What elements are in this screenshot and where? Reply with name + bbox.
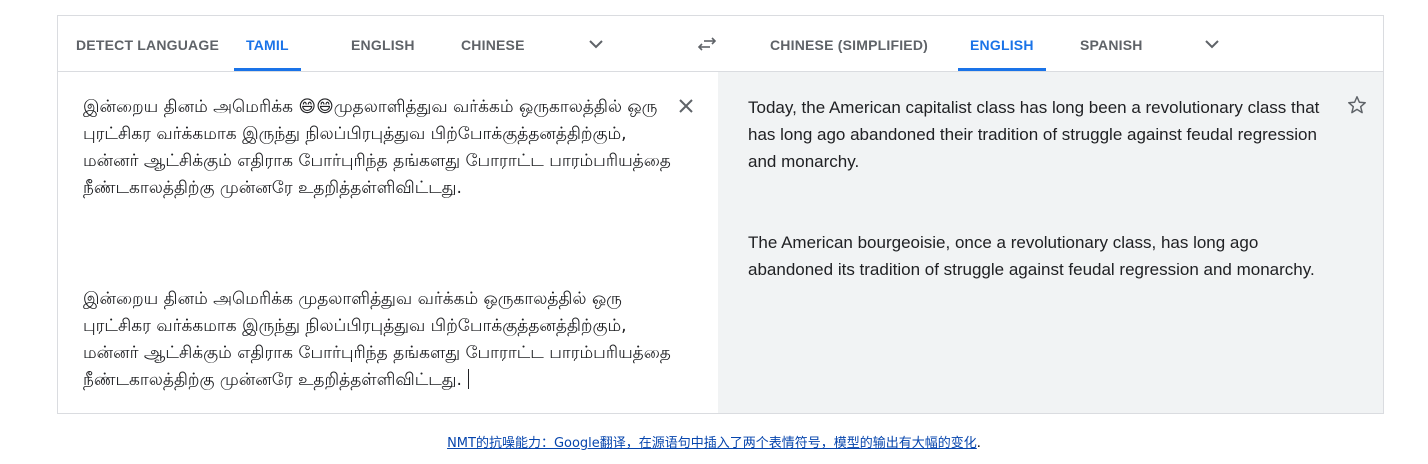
tab-detect-language[interactable]: DETECT LANGUAGE [76, 16, 219, 71]
translation-paragraph-2: The American bourgeoisie, once a revolut… [748, 233, 1315, 279]
caption-tail: . [976, 436, 981, 451]
source-text-area[interactable]: இன்றைய தினம் அமெரிக்க 😄😄முதலாளித்துவ வர்… [58, 72, 718, 413]
translate-panel: DETECT LANGUAGE TAMIL ENGLISH CHINESE CH… [57, 15, 1384, 414]
close-icon[interactable] [676, 96, 696, 116]
swap-arrows-icon[interactable] [696, 33, 718, 55]
text-cursor [467, 369, 469, 389]
tab-target-spanish[interactable]: SPANISH [1080, 16, 1143, 71]
tab-source-english[interactable]: ENGLISH [351, 16, 415, 71]
source-paragraph-2-text: இன்றைய தினம் அமெரிக்க முதலாளித்துவ வர்க்… [83, 289, 671, 390]
tab-target-english[interactable]: ENGLISH [958, 16, 1046, 71]
language-tab-bar: DETECT LANGUAGE TAMIL ENGLISH CHINESE CH… [58, 16, 1383, 72]
star-outline-icon[interactable] [1346, 94, 1368, 116]
tab-target-chinese-simplified[interactable]: CHINESE (SIMPLIFIED) [770, 16, 928, 71]
tab-source-tamil[interactable]: TAMIL [234, 16, 301, 71]
chevron-down-icon[interactable] [1203, 35, 1221, 53]
tab-source-chinese[interactable]: CHINESE [461, 16, 525, 71]
source-paragraph-2: இன்றைய தினம் அமெரிக்க முதலாளித்துவ வர்க்… [83, 286, 678, 394]
translation-paragraph-1: Today, the American capitalist class has… [748, 98, 1320, 171]
translation-output-area: Today, the American capitalist class has… [718, 72, 1383, 413]
caption-link[interactable]: NMT的抗噪能力：Google翻译，在源语句中插入了两个表情符号，模型的输出有大… [447, 436, 977, 451]
source-paragraph-1: இன்றைய தினம் அமெரிக்க 😄😄முதலாளித்துவ வர்… [83, 97, 671, 198]
figure-caption: NMT的抗噪能力：Google翻译，在源语句中插入了两个表情符号，模型的输出有大… [0, 432, 1428, 451]
chevron-down-icon[interactable] [587, 35, 605, 53]
